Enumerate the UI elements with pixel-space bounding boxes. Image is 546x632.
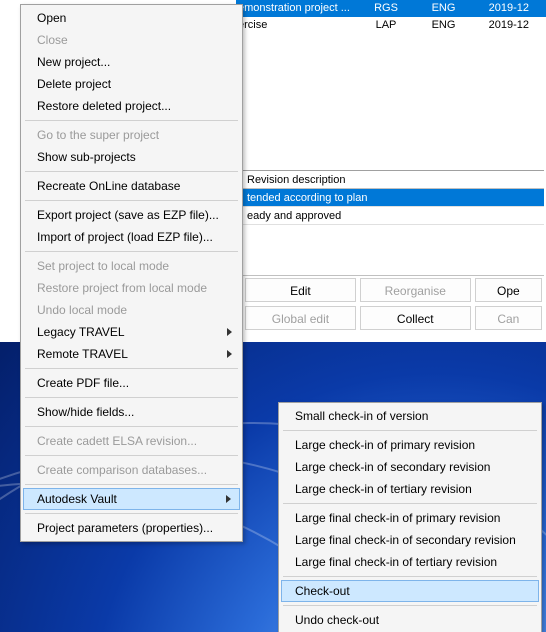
menu-delete-project[interactable]: Delete project [23, 73, 240, 95]
menu-project-params[interactable]: Project parameters (properties)... [23, 517, 240, 539]
chevron-right-icon [227, 328, 232, 336]
table-row[interactable]: emonstration project ... RGS ENG 2019-12 [236, 0, 546, 17]
menu-autodesk-vault[interactable]: Autodesk Vault [23, 488, 240, 510]
menu-separator [283, 576, 537, 577]
cell-name: emonstration project ... [236, 0, 356, 17]
submenu-check-out[interactable]: Check-out [281, 580, 539, 602]
table-row[interactable]: ercise LAP ENG 2019-12 [236, 17, 546, 34]
submenu-large-tertiary[interactable]: Large check-in of tertiary revision [281, 478, 539, 500]
menu-separator [25, 397, 238, 398]
menu-separator [283, 503, 537, 504]
menu-separator [25, 455, 238, 456]
menu-separator [25, 120, 238, 121]
submenu-small-checkin[interactable]: Small check-in of version [281, 405, 539, 427]
menu-restore-local: Restore project from local mode [23, 277, 240, 299]
menu-separator [25, 513, 238, 514]
open-button[interactable]: Ope [475, 278, 542, 302]
revision-panel: Revision description tended according to… [243, 170, 544, 271]
cell-date: 2019-12 [471, 17, 531, 34]
edit-button[interactable]: Edit [245, 278, 356, 302]
chevron-right-icon [227, 350, 232, 358]
menu-separator [25, 484, 238, 485]
submenu-final-tertiary[interactable]: Large final check-in of tertiary revisio… [281, 551, 539, 573]
menu-open[interactable]: Open [23, 7, 240, 29]
cell-lang: ENG [416, 17, 471, 34]
menu-legacy-travel[interactable]: Legacy TRAVEL [23, 321, 240, 343]
reorganise-button: Reorganise [360, 278, 471, 302]
menu-go-super: Go to the super project [23, 124, 240, 146]
cell-code: RGS [356, 0, 416, 17]
submenu-final-primary[interactable]: Large final check-in of primary revision [281, 507, 539, 529]
menu-label: Remote TRAVEL [37, 347, 128, 361]
cell-lang: ENG [416, 0, 471, 17]
menu-recreate-online[interactable]: Recreate OnLine database [23, 175, 240, 197]
collect-button[interactable]: Collect [360, 306, 471, 330]
submenu-large-primary[interactable]: Large check-in of primary revision [281, 434, 539, 456]
menu-export-ezp[interactable]: Export project (save as EZP file)... [23, 204, 240, 226]
revision-row[interactable]: eady and approved [243, 207, 544, 225]
submenu-undo-check-out[interactable]: Undo check-out [281, 609, 539, 631]
menu-remote-travel[interactable]: Remote TRAVEL [23, 343, 240, 365]
autodesk-vault-submenu: Small check-in of version Large check-in… [278, 402, 542, 632]
menu-separator [25, 251, 238, 252]
menu-undo-local: Undo local mode [23, 299, 240, 321]
revision-header: Revision description [243, 171, 544, 189]
submenu-large-secondary[interactable]: Large check-in of secondary revision [281, 456, 539, 478]
cell-date: 2019-12 [471, 0, 531, 17]
cancel-button: Can [475, 306, 542, 330]
menu-create-pdf[interactable]: Create PDF file... [23, 372, 240, 394]
menu-show-sub[interactable]: Show sub-projects [23, 146, 240, 168]
cell-name: ercise [236, 17, 356, 34]
menu-close: Close [23, 29, 240, 51]
menu-separator [25, 171, 238, 172]
menu-set-local: Set project to local mode [23, 255, 240, 277]
revision-row[interactable]: tended according to plan [243, 189, 544, 207]
menu-separator [283, 605, 537, 606]
global-edit-button: Global edit [245, 306, 356, 330]
menu-restore-deleted[interactable]: Restore deleted project... [23, 95, 240, 117]
menu-separator [283, 430, 537, 431]
submenu-final-secondary[interactable]: Large final check-in of secondary revisi… [281, 529, 539, 551]
menu-separator [25, 368, 238, 369]
action-bar: Edit Reorganise Ope Global edit Collect … [243, 275, 544, 332]
menu-new-project[interactable]: New project... [23, 51, 240, 73]
menu-show-hide[interactable]: Show/hide fields... [23, 401, 240, 423]
menu-separator [25, 426, 238, 427]
context-menu: Open Close New project... Delete project… [20, 4, 243, 542]
menu-create-elsa: Create cadett ELSA revision... [23, 430, 240, 452]
menu-label: Legacy TRAVEL [37, 325, 125, 339]
project-table: emonstration project ... RGS ENG 2019-12… [236, 0, 546, 34]
menu-label: Autodesk Vault [37, 492, 117, 506]
chevron-right-icon [226, 495, 231, 503]
menu-import-ezp[interactable]: Import of project (load EZP file)... [23, 226, 240, 248]
cell-code: LAP [356, 17, 416, 34]
menu-create-compare: Create comparison databases... [23, 459, 240, 481]
menu-separator [25, 200, 238, 201]
